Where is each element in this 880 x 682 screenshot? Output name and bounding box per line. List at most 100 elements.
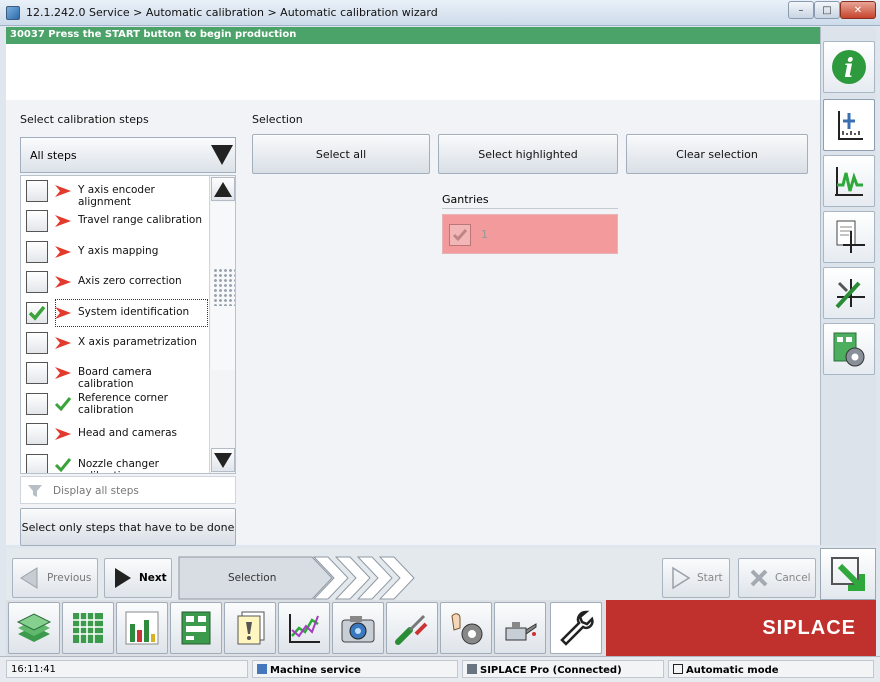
- start-label: Start: [697, 572, 723, 584]
- select-todo-steps-button[interactable]: Select only steps that have to be done: [20, 508, 236, 546]
- status-automation: Automatic mode: [668, 660, 874, 678]
- step-checkbox[interactable]: [26, 240, 48, 263]
- dropdown-arrow-icon: [211, 145, 233, 165]
- toolbar-camera-button[interactable]: [332, 602, 384, 654]
- toolbar-statistics-button[interactable]: [116, 602, 168, 654]
- screwdriver-icon: [395, 614, 428, 645]
- done-check-icon: [54, 396, 72, 412]
- step-checkbox[interactable]: [26, 180, 48, 202]
- message-bar: 30037 Press the START button to begin pr…: [6, 27, 820, 44]
- todo-arrow-icon: [54, 214, 72, 228]
- step-checkbox[interactable]: [26, 423, 48, 446]
- display-all-steps-toggle[interactable]: Display all steps: [20, 476, 236, 504]
- toolbar-tools-button[interactable]: [386, 602, 438, 654]
- focus-outline: [55, 298, 208, 327]
- previous-button[interactable]: Previous: [12, 558, 98, 598]
- select-highlighted-button[interactable]: Select highlighted: [438, 134, 618, 174]
- toolbar-oil-button[interactable]: [494, 602, 546, 654]
- toolbar-board-button[interactable]: [170, 602, 222, 654]
- toolbar-service-tools-button[interactable]: [550, 602, 602, 654]
- gantries-divider: [442, 208, 618, 209]
- step-row[interactable]: Board camera calibration: [21, 358, 209, 390]
- toolbar-trend-button[interactable]: [278, 602, 330, 654]
- arrow-down-icon: [214, 452, 232, 468]
- dropdown-value: All steps: [30, 149, 77, 162]
- maximize-button[interactable]: □: [814, 1, 840, 19]
- step-checkbox[interactable]: [26, 301, 48, 324]
- next-button[interactable]: Next: [104, 558, 172, 598]
- step-row[interactable]: X axis parametrization: [21, 328, 209, 358]
- arrow-left-icon: [20, 567, 38, 589]
- step-checkbox[interactable]: [26, 271, 48, 294]
- cancel-button[interactable]: Cancel: [738, 558, 816, 598]
- status-automation-text: Automatic mode: [686, 665, 779, 676]
- step-checkbox[interactable]: [26, 210, 48, 233]
- siplace-logo: SIPLACE: [606, 600, 876, 656]
- app-icon: [6, 6, 20, 20]
- next-label: Next: [139, 572, 167, 584]
- bar-chart-icon: [125, 611, 159, 645]
- step-row[interactable]: System identification: [21, 298, 209, 328]
- tools-calibration-button[interactable]: [823, 267, 875, 319]
- step-row[interactable]: Y axis mapping: [21, 237, 209, 267]
- display-all-steps-label: Display all steps: [53, 485, 139, 497]
- oil-can-icon: [505, 622, 537, 641]
- step-row[interactable]: Reference corner calibration: [21, 389, 209, 419]
- step-checkbox[interactable]: [26, 392, 48, 415]
- toolbar-grid-button[interactable]: [62, 602, 114, 654]
- step-checkbox[interactable]: [26, 362, 48, 385]
- title-bar: 12.1.242.0 Service > Automatic calibrati…: [0, 0, 880, 26]
- window-title: 12.1.242.0 Service > Automatic calibrati…: [26, 6, 438, 19]
- gantry-item[interactable]: 1: [442, 214, 618, 254]
- gantries-label: Gantries: [442, 193, 489, 206]
- signal-analysis-button[interactable]: [823, 155, 875, 207]
- start-button[interactable]: Start: [662, 558, 730, 598]
- calibration-steps-label: Select calibration steps: [20, 113, 149, 126]
- step-label: X axis parametrization: [78, 336, 197, 348]
- todo-arrow-icon: [54, 366, 72, 380]
- component-grid-icon: [73, 613, 103, 643]
- step-label: Axis zero correction: [78, 275, 182, 288]
- step-checkbox[interactable]: [26, 453, 48, 473]
- step-label: Y axis encoder alignment: [78, 184, 155, 208]
- toolbar-service-button[interactable]: [440, 602, 492, 654]
- step-label: Travel range calibration: [78, 214, 202, 227]
- steps-filter-dropdown[interactable]: All steps: [20, 137, 236, 173]
- select-all-button[interactable]: Select all: [252, 134, 430, 174]
- step-label: Head and cameras: [78, 427, 178, 440]
- checkmark-icon: [452, 229, 468, 242]
- calibration-tool-button[interactable]: [823, 99, 875, 151]
- todo-arrow-icon: [54, 184, 72, 198]
- document-calibration-button[interactable]: [823, 211, 875, 263]
- gantry-checkbox[interactable]: [449, 224, 471, 246]
- step-row[interactable]: Axis zero correction: [21, 267, 209, 297]
- step-label: Y axis mapping: [78, 244, 159, 257]
- info-icon: i: [832, 50, 866, 84]
- step-checkbox[interactable]: [26, 332, 48, 354]
- minimize-button[interactable]: –: [788, 1, 814, 19]
- signal-graph-icon: [835, 167, 863, 196]
- board-settings-button[interactable]: [823, 323, 875, 375]
- step-row[interactable]: Y axis encoder alignment: [21, 176, 209, 208]
- list-scrollbar[interactable]: [209, 176, 235, 473]
- circuit-board-icon: [181, 611, 211, 645]
- gantry-number: 1: [481, 228, 488, 241]
- previous-label: Previous: [47, 572, 92, 584]
- scroll-up-button[interactable]: [211, 177, 235, 201]
- toolbar-layers-button[interactable]: [8, 602, 60, 654]
- board-gear-icon: [833, 332, 865, 367]
- info-button[interactable]: i: [823, 41, 875, 93]
- camera-icon: [341, 616, 375, 643]
- exit-wizard-button[interactable]: [820, 548, 876, 600]
- documents-icon: [237, 611, 265, 645]
- scroll-down-button[interactable]: [211, 448, 235, 472]
- wrench-icon: [560, 610, 594, 646]
- step-row[interactable]: Travel range calibration: [21, 206, 209, 236]
- step-row[interactable]: Nozzle changer calibration: [21, 450, 209, 473]
- toolbar-documents-button[interactable]: [224, 602, 276, 654]
- selection-label: Selection: [252, 113, 303, 126]
- message-area: [6, 44, 820, 100]
- step-row[interactable]: Head and cameras: [21, 419, 209, 449]
- clear-selection-button[interactable]: Clear selection: [626, 134, 808, 174]
- close-button[interactable]: ✕: [840, 1, 876, 19]
